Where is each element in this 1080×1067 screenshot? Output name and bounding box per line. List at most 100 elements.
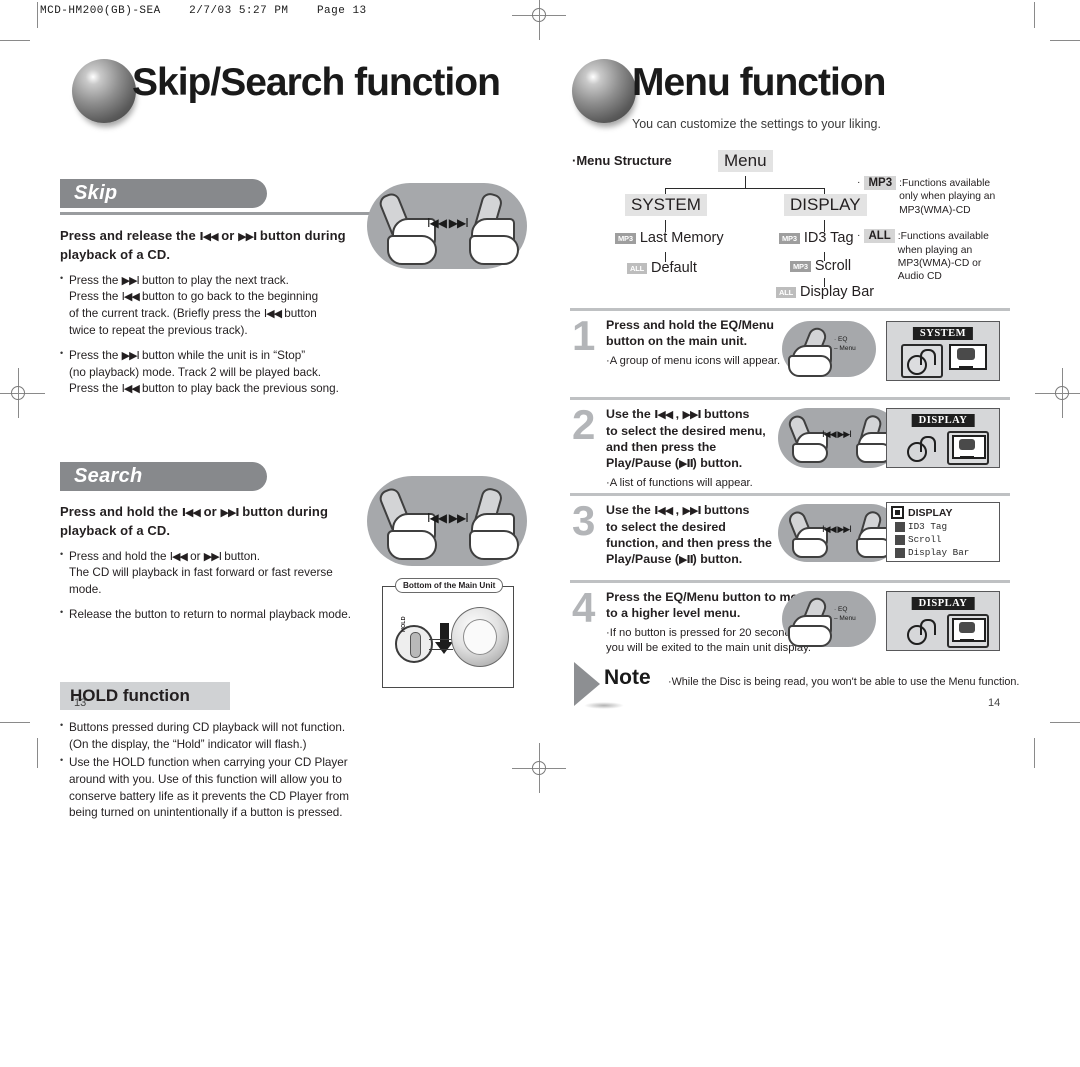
mp3-tag: MP3 (790, 260, 811, 272)
menu-legend: · MP3 :Functions available only when pla… (857, 176, 1027, 296)
step-number: 2 (572, 401, 596, 448)
hold-switch-label: HOLD (401, 616, 407, 632)
step-3: 3 Use the I◀◀ , ▶▶I buttons to select th… (570, 496, 1015, 580)
display-bar-glyph-icon (895, 547, 905, 558)
sphere-bullet-icon (572, 59, 636, 123)
skip-buttons-hand-illustration: I◀◀ ▶▶I (778, 408, 900, 468)
search-bullet-2: Release the button to return to normal p… (60, 606, 360, 624)
lcd-list-item: ID3 Tag (887, 520, 999, 533)
step-4: 4 Press the EQ/Menu button to move to a … (570, 583, 1015, 661)
cd-player-bottom-illustration (451, 607, 509, 667)
display-monitor-icon-selected (947, 614, 989, 648)
sphere-bullet-icon (72, 59, 136, 123)
skip-bullet-1: Press the ▶▶I button to play the next tr… (60, 272, 360, 339)
eq-icon-selected (901, 344, 943, 378)
eq-menu-button-label: · EQ – Menu (834, 336, 856, 353)
menu-structure-label: Menu Structure (572, 153, 671, 168)
lcd-function-list: DISPLAY ID3 Tag Scroll Display Bar (886, 502, 1000, 562)
scroll-glyph-icon (895, 534, 905, 545)
left-chapter-heading: Skip/Search function (60, 55, 530, 125)
crop-mark-top-right (1050, 40, 1080, 41)
leader-line (429, 649, 453, 650)
eq-menu-hand-illustration: · EQ – Menu (782, 591, 876, 647)
section-skip: Skip Press and release the I◀◀ or ▶▶I bu… (60, 179, 530, 398)
note-label: Note (604, 666, 651, 689)
registration-mark-left (0, 368, 45, 418)
skip-lead-text: Press and release the I◀◀ or ▶▶I button … (60, 228, 346, 262)
eq-menu-button-label: · EQ – Menu (834, 606, 856, 623)
menu-item-default: ALL Default (627, 260, 697, 276)
all-tag: ALL (627, 262, 647, 274)
note-shadow (584, 702, 624, 709)
skip-bullet-2: Press the ▶▶I button while the unit is i… (60, 347, 360, 398)
track-buttons-icon: I◀◀ ▶▶I (427, 510, 469, 525)
page-subtitle-right: You can customize the settings to your l… (632, 117, 881, 131)
selected-square-icon (891, 506, 904, 519)
menu-item-id3-tag: MP3 ID3 Tag (779, 230, 854, 246)
right-page: Menu function You can customize the sett… (560, 55, 1020, 131)
all-chip: ALL (864, 229, 895, 244)
note-text: While the Disc is being read, you won't … (668, 676, 1020, 688)
step-number: 4 (572, 584, 596, 631)
eq-icon (905, 616, 939, 645)
lcd-caption: DISPLAY (911, 597, 975, 610)
step-sub: A list of functions will appear. (606, 476, 814, 491)
crop-mark-bottom-right-h (1050, 722, 1080, 723)
hold-figure-caption: Bottom of the Main Unit (395, 578, 504, 593)
section-header-skip: Skip (60, 179, 267, 208)
crop-mark-bottom (0, 722, 30, 723)
print-slug: MCD-HM200(GB)-SEA 2/7/03 5:27 PM Page 13 (40, 5, 367, 17)
hold-bullet-1: Buttons pressed during CD playback will … (60, 719, 360, 753)
leader-line (429, 639, 453, 640)
legend-row-mp3: · MP3 :Functions available only when pla… (857, 176, 996, 216)
skip-hand-illustration: I◀◀ ▶▶I (367, 183, 527, 269)
crop-mark-bottom-left (37, 738, 38, 768)
step-number: 3 (572, 497, 596, 544)
lcd-list-title-row: DISPLAY (887, 503, 999, 520)
lcd-list-item: Scroll (887, 533, 999, 546)
hold-figure: Bottom of the Main Unit HOLD (382, 578, 514, 688)
lcd-panel-display: DISPLAY (886, 408, 1000, 468)
next-track-icon: ▶▶I (238, 230, 257, 243)
page-title-left: Skip/Search function (132, 61, 501, 104)
legend-text-mp3: :Functions available only when playing a… (899, 178, 996, 216)
menu-item-scroll: MP3 Scroll (790, 258, 851, 274)
display-monitor-icon (949, 344, 987, 372)
track-buttons-icon: I◀◀ ▶▶I (822, 525, 852, 535)
step-sub: If no button is pressed for 20 seconds, … (606, 626, 814, 656)
page-number-left: 13 (74, 697, 87, 709)
crop-mark-bottom-right (1034, 738, 1035, 768)
menu-node-system: SYSTEM (625, 194, 707, 216)
menu-steps: 1 Press and hold the EQ/Menu button on t… (570, 308, 1015, 661)
manual-page: MCD-HM200(GB)-SEA 2/7/03 5:27 PM Page 13… (0, 0, 1080, 1067)
lcd-caption: DISPLAY (911, 414, 975, 427)
lcd-caption: SYSTEM (912, 327, 974, 340)
eq-icon (905, 433, 939, 462)
registration-mark-top (512, 0, 566, 40)
crop-mark-right (1034, 2, 1035, 28)
hold-bullet-2: Use the HOLD function when carrying your… (60, 754, 360, 821)
legend-row-all: · ALL :Functions available when playing … (857, 229, 989, 283)
eq-menu-hand-illustration: · EQ – Menu (782, 321, 876, 377)
mp3-chip: MP3 (864, 176, 897, 190)
menu-structure-diagram: Menu Structure Menu SYSTEM DISPLAY MP3La… (572, 150, 1022, 300)
crop-mark-top (0, 40, 30, 41)
search-lead-text: Press and hold the I◀◀ or ▶▶I button dur… (60, 503, 328, 538)
all-tag: ALL (776, 286, 796, 298)
page-title-right: Menu function (632, 61, 886, 104)
section-hold: HOLD function Buttons pressed during CD … (60, 682, 530, 822)
track-buttons-icon: I◀◀ ▶▶I (822, 430, 852, 440)
track-buttons-icon: I◀◀ ▶▶I (427, 216, 469, 230)
note-triangle-icon (574, 662, 600, 706)
menu-node-display: DISPLAY (784, 194, 867, 216)
lcd-panel-display: DISPLAY (886, 591, 1000, 651)
mp3-tag: MP3 (779, 232, 800, 244)
prev-track-icon: I◀◀ (199, 230, 219, 243)
mp3-tag: MP3 (615, 232, 636, 244)
search-bullet-1: Press and hold the I◀◀ or ▶▶I button. Th… (60, 548, 360, 599)
step-number: 1 (572, 312, 596, 359)
prev-track-icon: I◀◀ (181, 505, 201, 519)
lcd-list-item: Display Bar (887, 546, 999, 559)
id3-glyph-icon (895, 521, 905, 532)
left-page: Skip/Search function Skip Press and rele… (60, 55, 530, 831)
